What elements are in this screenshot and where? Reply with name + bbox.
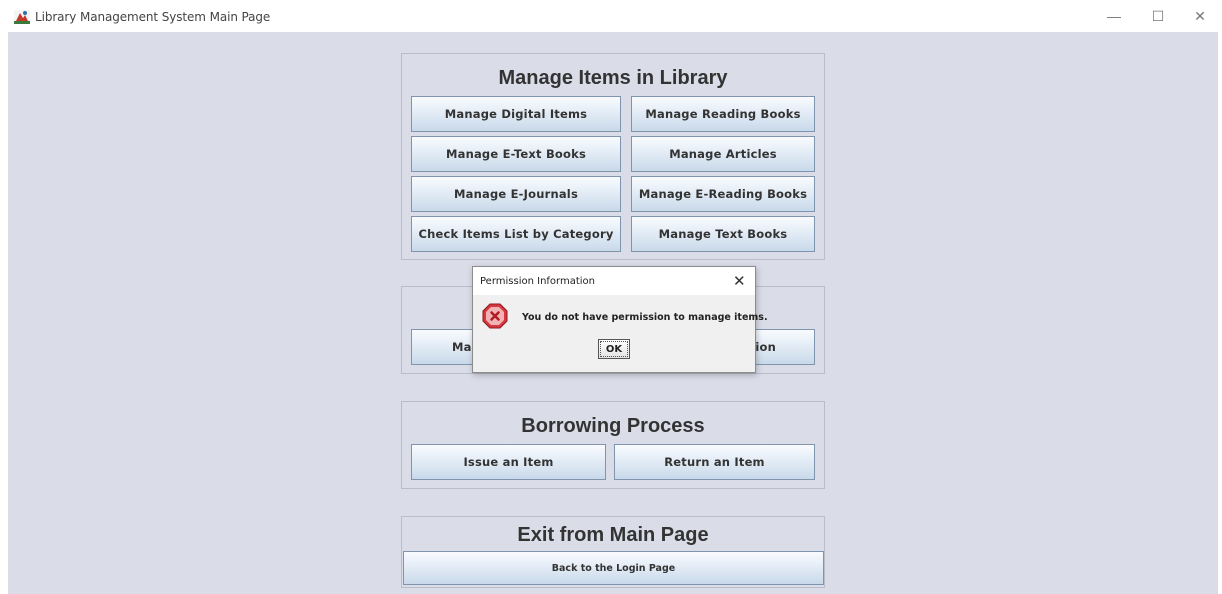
return-item-button[interactable]: Return an Item: [614, 444, 815, 480]
dialog-close-icon[interactable]: ✕: [733, 272, 746, 290]
dialog-message: You do not have permission to manage ite…: [522, 312, 768, 323]
check-items-list-button[interactable]: Check Items List by Category: [411, 216, 621, 252]
permission-dialog: Permission Information ✕ You do not have…: [472, 266, 768, 373]
back-to-login-button[interactable]: Back to the Login Page: [403, 551, 824, 585]
manage-articles-button[interactable]: Manage Articles: [631, 136, 815, 172]
maximize-icon[interactable]: ☐: [1148, 8, 1168, 24]
manage-items-title: Manage Items in Library: [498, 67, 728, 89]
ok-button[interactable]: OK: [598, 339, 630, 359]
issue-item-button[interactable]: Issue an Item: [411, 444, 606, 480]
manage-etext-books-button[interactable]: Manage E-Text Books: [411, 136, 621, 172]
window-title: Library Management System Main Page: [35, 10, 271, 24]
borrowing-title: Borrowing Process: [521, 415, 705, 437]
window-titlebar: Library Management System Main Page — ☐ …: [0, 0, 1222, 32]
manage-digital-items-button[interactable]: Manage Digital Items: [411, 96, 621, 132]
dialog-titlebar: Permission Information ✕: [473, 267, 755, 295]
dialog-title: Permission Information: [480, 276, 595, 287]
manage-ereading-books-button[interactable]: Manage E-Reading Books: [631, 176, 815, 212]
error-icon: [482, 303, 508, 329]
close-icon[interactable]: ✕: [1190, 8, 1210, 24]
manage-ejournals-button[interactable]: Manage E-Journals: [411, 176, 621, 212]
manage-text-books-button[interactable]: Manage Text Books: [631, 216, 815, 252]
app-icon: [14, 10, 30, 24]
minimize-icon[interactable]: —: [1104, 8, 1124, 24]
manage-reading-books-button[interactable]: Manage Reading Books: [631, 96, 815, 132]
exit-title: Exit from Main Page: [517, 524, 709, 546]
